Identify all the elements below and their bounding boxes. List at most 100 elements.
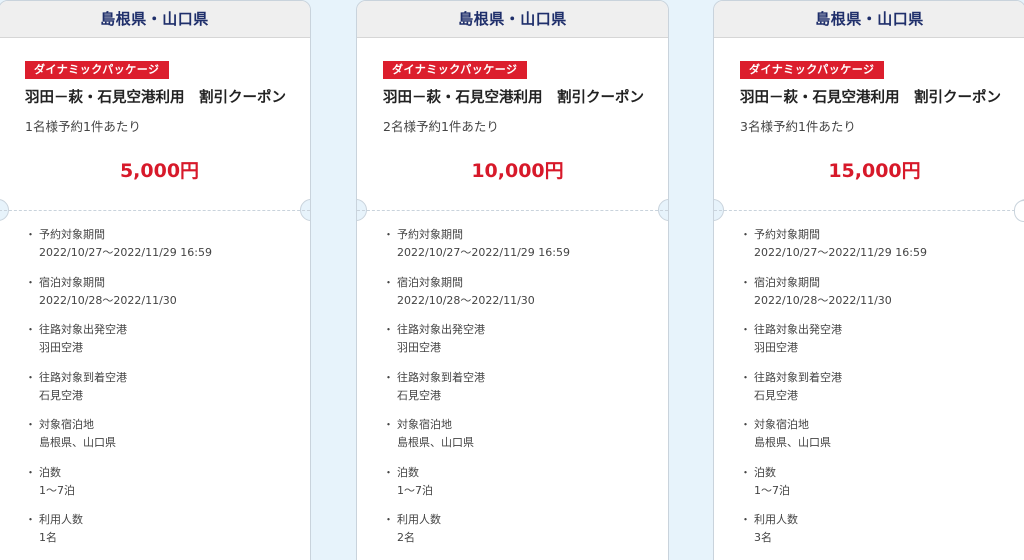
ticket-divider	[357, 210, 668, 211]
bullet-icon: ・	[383, 228, 394, 241]
condition-item: ・泊数 1～7泊	[383, 464, 658, 500]
per-booking-note: 3名様予約1件あたり	[740, 119, 856, 134]
condition-value: 石見空港	[397, 388, 441, 402]
bullet-icon: ・	[740, 465, 751, 479]
coupon-summary: ダイナミックパッケージ 羽田－萩・石見空港利用 割引クーポン 3名様予約1件あた…	[714, 38, 1024, 208]
bullet-icon: ・	[383, 418, 394, 431]
condition-item: ・予約対象期間 2022/10/27～2022/11/29 16:59	[740, 226, 1015, 262]
coupon-summary: ダイナミックパッケージ 羽田－萩・石見空港利用 割引クーポン 1名様予約1件あた…	[0, 38, 310, 208]
condition-value: 2022/10/28～2022/11/30	[39, 293, 177, 307]
coupon-summary: ダイナミックパッケージ 羽田－萩・石見空港利用 割引クーポン 2名様予約1件あた…	[357, 38, 668, 208]
coupon-title: 羽田－萩・石見空港利用 割引クーポン	[383, 90, 644, 106]
condition-item: ・利用人数 2名	[383, 511, 658, 547]
region-header: 島根県・山口県	[0, 1, 310, 38]
condition-value: 2022/10/28～2022/11/30	[397, 293, 535, 307]
condition-value: 1名	[39, 531, 57, 544]
condition-value: 1～7泊	[39, 483, 75, 497]
condition-item: ・利用人数 1名	[25, 511, 300, 547]
bullet-icon: ・	[25, 323, 36, 336]
condition-label: 泊数	[754, 465, 776, 479]
ticket-divider	[714, 210, 1024, 211]
condition-value: 2名	[397, 531, 415, 544]
discount-amount: 5,000円	[119, 160, 200, 182]
condition-value: 1～7泊	[754, 483, 790, 497]
condition-label: 宿泊対象期間	[397, 275, 463, 289]
per-booking-note: 1名様予約1件あたり	[25, 119, 141, 134]
discount-amount: 15,000円	[828, 160, 921, 182]
bullet-icon: ・	[740, 370, 751, 384]
condition-item: ・宿泊対象期間 2022/10/28～2022/11/30	[740, 274, 1015, 310]
condition-item: ・宿泊対象期間 2022/10/28～2022/11/30	[383, 274, 658, 310]
coupon-title: 羽田－萩・石見空港利用 割引クーポン	[740, 90, 1001, 106]
condition-item: ・泊数 1～7泊	[25, 464, 300, 500]
package-badge: ダイナミックパッケージ	[25, 61, 169, 79]
bullet-icon: ・	[25, 228, 36, 241]
bullet-icon: ・	[740, 228, 751, 241]
bullet-icon: ・	[383, 323, 394, 336]
bullet-icon: ・	[740, 275, 751, 289]
condition-item: ・往路対象出発空港 羽田空港	[740, 321, 1015, 357]
discount-amount: 10,000円	[471, 160, 564, 182]
condition-label: 予約対象期間	[754, 228, 820, 241]
condition-label: 利用人数	[39, 513, 83, 526]
condition-value: 石見空港	[39, 388, 83, 402]
condition-value: 島根県、山口県	[754, 436, 831, 449]
condition-item: ・予約対象期間 2022/10/27～2022/11/29 16:59	[383, 226, 658, 262]
condition-label: 対象宿泊地	[754, 418, 809, 431]
condition-value: 2022/10/27～2022/11/29 16:59	[754, 246, 927, 259]
coupon-card-3[interactable]: 島根県・山口県 ダイナミックパッケージ 羽田－萩・石見空港利用 割引クーポン 3…	[713, 0, 1024, 560]
ticket-divider	[0, 210, 310, 211]
condition-value: 羽田空港	[754, 341, 798, 354]
condition-label: 宿泊対象期間	[754, 275, 820, 289]
condition-value: 島根県、山口県	[397, 436, 474, 449]
bullet-icon: ・	[383, 513, 394, 526]
condition-label: 往路対象出発空港	[397, 323, 485, 336]
condition-item: ・往路対象出発空港 羽田空港	[383, 321, 658, 357]
coupon-card-2[interactable]: 島根県・山口県 ダイナミックパッケージ 羽田－萩・石見空港利用 割引クーポン 2…	[356, 0, 669, 560]
region-header: 島根県・山口県	[714, 1, 1024, 38]
bullet-icon: ・	[25, 465, 36, 479]
bullet-icon: ・	[25, 418, 36, 431]
bullet-icon: ・	[25, 370, 36, 384]
condition-label: 往路対象出発空港	[39, 323, 127, 336]
condition-label: 往路対象到着空港	[397, 370, 485, 384]
condition-value: 2022/10/28～2022/11/30	[754, 293, 892, 307]
bullet-icon: ・	[740, 513, 751, 526]
condition-value: 2022/10/27～2022/11/29 16:59	[39, 246, 212, 259]
condition-value: 1～7泊	[397, 483, 433, 497]
bullet-icon: ・	[383, 465, 394, 479]
region-header: 島根県・山口県	[357, 1, 668, 38]
coupon-list: 島根県・山口県 ダイナミックパッケージ 羽田－萩・石見空港利用 割引クーポン 1…	[0, 0, 1024, 560]
condition-item: ・往路対象到着空港 石見空港	[383, 369, 658, 405]
condition-value: 羽田空港	[39, 341, 83, 354]
bullet-icon: ・	[740, 418, 751, 431]
condition-item: ・往路対象到着空港 石見空港	[740, 369, 1015, 405]
condition-value: 石見空港	[754, 388, 798, 402]
condition-item: ・往路対象到着空港 石見空港	[25, 369, 300, 405]
condition-label: 泊数	[39, 465, 61, 479]
bullet-icon: ・	[25, 513, 36, 526]
package-badge: ダイナミックパッケージ	[383, 61, 527, 79]
condition-item: ・対象宿泊地島根県、山口県	[740, 416, 1015, 452]
condition-item: ・利用人数 3名	[740, 511, 1015, 547]
condition-label: 対象宿泊地	[39, 418, 94, 431]
coupon-conditions: ・予約対象期間 2022/10/27～2022/11/29 16:59 ・宿泊対象期…	[740, 226, 1015, 559]
package-badge: ダイナミックパッケージ	[740, 61, 884, 79]
condition-value: 3名	[754, 531, 772, 544]
condition-label: 予約対象期間	[39, 228, 105, 241]
bullet-icon: ・	[25, 275, 36, 289]
condition-item: ・宿泊対象期間 2022/10/28～2022/11/30	[25, 274, 300, 310]
condition-label: 泊数	[397, 465, 419, 479]
condition-item: ・往路対象出発空港 羽田空港	[25, 321, 300, 357]
coupon-card-1[interactable]: 島根県・山口県 ダイナミックパッケージ 羽田－萩・石見空港利用 割引クーポン 1…	[0, 0, 311, 560]
condition-value: 羽田空港	[397, 341, 441, 354]
bullet-icon: ・	[740, 323, 751, 336]
condition-item: ・予約対象期間 2022/10/27～2022/11/29 16:59	[25, 226, 300, 262]
condition-label: 往路対象到着空港	[39, 370, 127, 384]
condition-label: 往路対象出発空港	[754, 323, 842, 336]
condition-item: ・泊数 1～7泊	[740, 464, 1015, 500]
bullet-icon: ・	[383, 275, 394, 289]
coupon-title: 羽田－萩・石見空港利用 割引クーポン	[25, 90, 286, 106]
coupon-conditions: ・予約対象期間 2022/10/27～2022/11/29 16:59 ・宿泊対象期…	[383, 226, 658, 559]
condition-label: 対象宿泊地	[397, 418, 452, 431]
